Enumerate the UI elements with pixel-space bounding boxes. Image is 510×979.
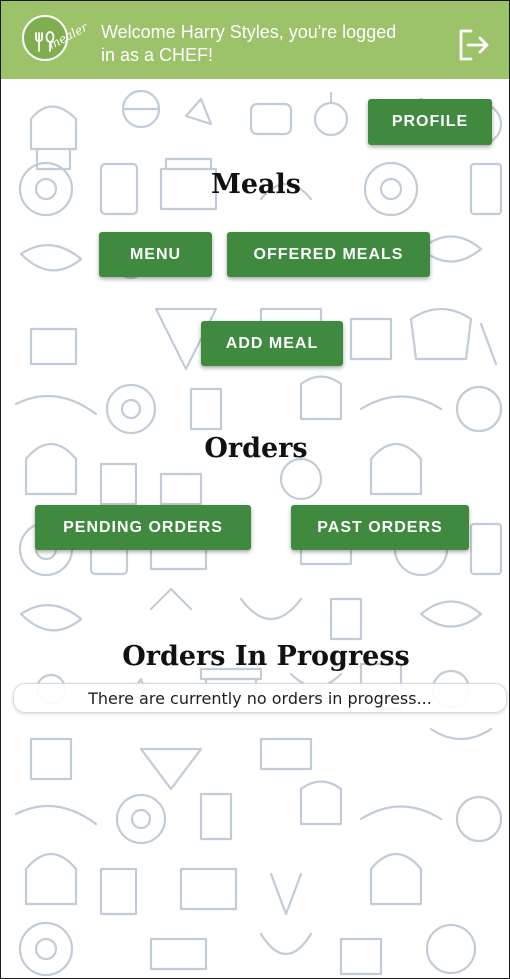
welcome-message: Welcome Harry Styles, you're logged in a… [101,22,397,65]
meals-heading: Meals [210,169,302,200]
profile-button[interactable]: PROFILE [368,99,492,145]
top-app-bar: mealer Welcome Harry Styles, you're logg… [1,1,509,79]
no-orders-message: There are currently no orders in progres… [13,683,507,713]
logout-icon [459,29,489,61]
past-orders-button[interactable]: PAST ORDERS [291,505,469,550]
app-screen: mealer Welcome Harry Styles, you're logg… [0,0,510,979]
pending-orders-button[interactable]: PENDING ORDERS [35,505,251,550]
orders-heading: Orders [204,433,308,464]
logout-button[interactable] [455,27,491,63]
orders-in-progress-heading: Orders In Progress [122,641,410,672]
add-meal-button[interactable]: ADD MEAL [201,321,343,366]
mealer-logo: mealer [22,15,90,61]
offered-meals-button[interactable]: OFFERED MEALS [227,232,430,277]
menu-button[interactable]: MENU [99,232,212,277]
